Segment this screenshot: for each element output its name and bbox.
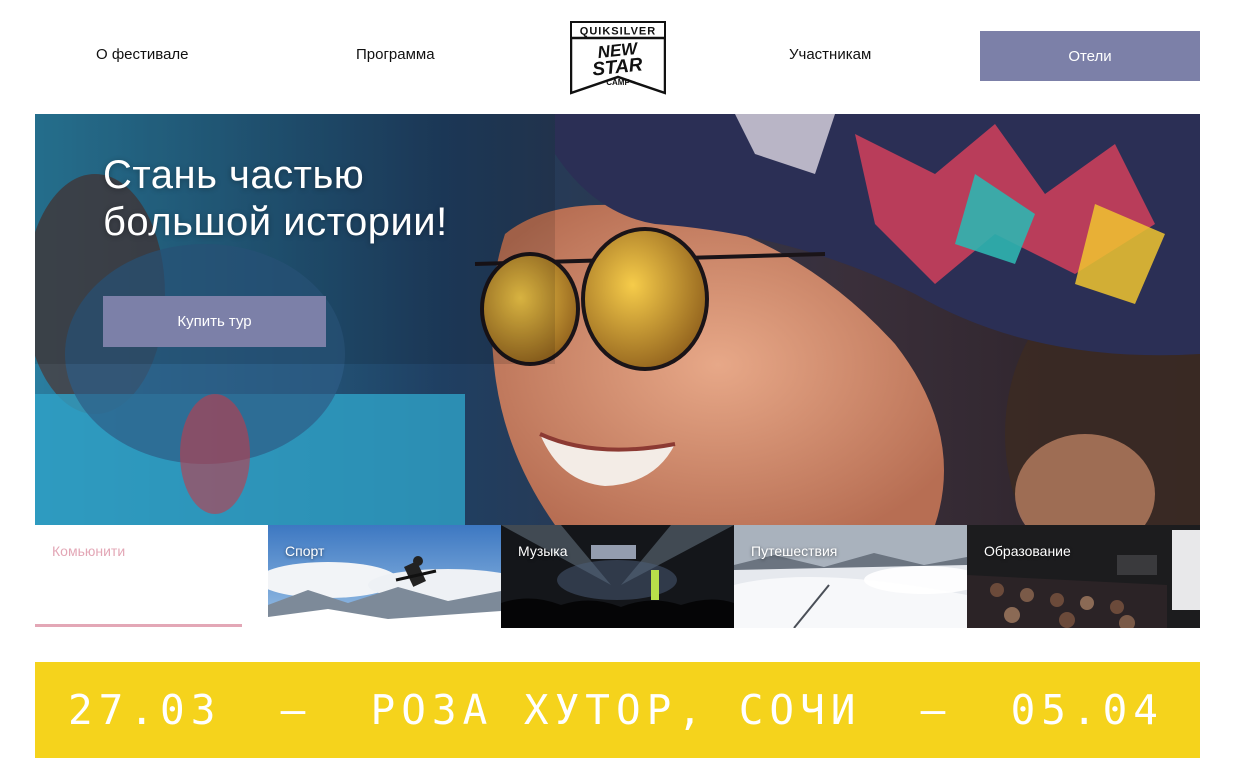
active-tab-indicator [35,624,242,627]
hero-title-line-1: Стань частью [103,153,365,197]
hero-title: Стань частью большой истории! [103,152,563,246]
sport-thumbnail [268,525,501,628]
tab-community[interactable]: Комьюнити [35,525,268,628]
tab-education[interactable]: Образование [967,525,1200,628]
start-date: 27.03 [68,686,222,734]
music-thumbnail [501,525,734,628]
buy-tour-button[interactable]: Купить тур [103,296,326,347]
tab-label: Музыка [518,543,568,559]
tab-music[interactable]: Музыка [501,525,734,628]
nav-program-link[interactable]: Программа [356,46,435,63]
newstar-camp-logo[interactable]: QUIKSILVER NEW STAR CAMP [569,21,667,95]
tab-label: Комьюнити [52,543,126,559]
category-tabs: Комьюнити Спорт Музыка Путешествия Образ… [35,525,1200,628]
nav-about-link[interactable]: О фестивале [96,46,189,63]
tab-sport[interactable]: Спорт [268,525,501,628]
event-dates-banner: 27.03 — РОЗА ХУТОР, СОЧИ — 05.04 [35,662,1200,758]
separator-dash: — [280,686,312,734]
tab-travel[interactable]: Путешествия [734,525,967,628]
separator-dash: — [920,686,952,734]
end-date: 05.04 [1010,686,1164,734]
tab-label: Путешествия [751,543,838,559]
travel-thumbnail [734,525,967,628]
tab-label: Образование [984,543,1071,559]
tab-label: Спорт [285,543,325,559]
site-header: О фестивале Программа QUIKSILVER NEW STA… [35,0,1200,114]
hero-title-line-2: большой истории! [103,200,448,244]
education-thumbnail [967,525,1200,628]
nav-participants-link[interactable]: Участникам [789,46,871,63]
event-location: РОЗА ХУТОР, СОЧИ [370,686,862,734]
hero-banner: Стань частью большой истории! Купить тур [35,114,1200,525]
svg-text:CAMP: CAMP [606,78,630,87]
svg-text:QUIKSILVER: QUIKSILVER [580,26,656,38]
nav-hotels-button[interactable]: Отели [980,31,1200,81]
